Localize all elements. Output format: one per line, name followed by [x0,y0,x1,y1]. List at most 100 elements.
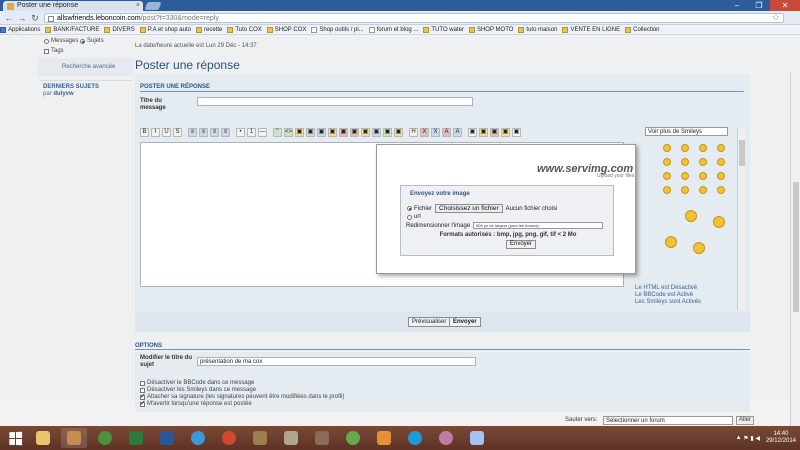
bookmark-link[interactable]: Shop outils / pi... [311,26,364,33]
paint-taskbar-icon[interactable] [247,428,273,448]
utorrent-taskbar-icon[interactable] [340,428,366,448]
toolbar-button[interactable]: ▣ [328,127,337,137]
jump-go-button[interactable]: Aller [736,416,755,425]
smiley-icon[interactable] [693,242,705,254]
toolbar-button[interactable]: ≡ [199,127,208,137]
toolbar-button[interactable]: ≡ [221,127,230,137]
smiley-icon[interactable] [663,172,671,180]
checkbox[interactable] [140,380,145,386]
minimize-button[interactable]: – [726,0,748,11]
checkbox-tags[interactable] [44,48,49,54]
smiley-scrollbar[interactable] [737,128,745,310]
preview-button[interactable]: Prévisualiser [408,317,451,327]
toolbar-button[interactable]: 1 [247,127,256,137]
bookmark-folder[interactable]: BANK/FACTURE [45,26,99,33]
toolbar-button[interactable]: U [162,127,171,137]
checkbox[interactable] [140,399,146,407]
advanced-search-link[interactable]: Recherche avancée [62,64,115,70]
smiley-icon[interactable] [665,236,677,248]
smiley-icon[interactable] [699,172,707,180]
option-disable-bbcode[interactable]: Désactiver le BBCode dans ce message [140,380,254,386]
bookmark-folder[interactable]: TUTO water [423,26,464,33]
resize-select[interactable]: 800 px de largeur (pour les forums) [473,222,604,229]
app-taskbar-icon[interactable] [309,428,335,448]
smiley-icon[interactable] [717,172,725,180]
toolbar-button[interactable]: ▣ [468,127,477,137]
toolbar-button[interactable]: S [173,127,182,137]
bookmark-applications[interactable]: Applications [0,26,40,33]
toolbar-button[interactable]: ▣ [339,127,348,137]
start-button[interactable] [0,426,30,450]
toolbar-button[interactable]: ▣ [295,127,304,137]
smiley-icon[interactable] [681,144,689,152]
bookmark-folder[interactable]: recette [195,26,222,33]
title-input[interactable] [197,97,473,106]
browser-tab[interactable]: Poster une réponse × [3,1,143,11]
smiley-icon[interactable] [663,186,671,194]
close-window-button[interactable]: ✕ [770,0,800,11]
send-button[interactable]: Envoyer [449,317,481,327]
smiley-icon[interactable] [717,158,725,166]
radio-url[interactable] [407,214,412,220]
smiley-icon[interactable] [663,144,671,152]
flag-icon[interactable]: ⚑ [743,435,748,442]
smiley-icon[interactable] [681,172,689,180]
network-icon[interactable]: ▮ [750,435,753,442]
toolbar-button[interactable]: ≡ [188,127,197,137]
bookmark-link[interactable]: forum et blog ... [368,26,418,33]
page-scrollbar[interactable] [790,72,800,436]
paint-brush-taskbar-icon[interactable] [464,428,490,448]
toolbar-button[interactable]: ▣ [512,127,521,137]
picasa-taskbar-icon[interactable] [433,428,459,448]
app-taskbar-icon[interactable] [278,428,304,448]
smiley-icon[interactable] [685,210,697,222]
smiley-icon[interactable] [699,186,707,194]
smiley-icon[interactable] [681,186,689,194]
bookmark-folder[interactable]: P.A et shop auto [139,26,191,33]
volume-icon[interactable]: ◀ [755,435,760,442]
toolbar-button[interactable]: B [140,127,149,137]
choose-file-button[interactable]: Choisissez un fichier [435,204,503,213]
bookmark-folder[interactable]: Collection [625,26,660,33]
ccleaner-taskbar-icon[interactable] [216,428,242,448]
upload-send-button[interactable]: Envoyer [506,240,537,249]
address-bar[interactable]: allswfriends.leboncoin.com/post?t=330&mo… [44,13,784,23]
radio-file[interactable] [407,206,412,211]
toolbar-button[interactable]: ≡ [210,127,219,137]
smiley-icon[interactable] [717,186,725,194]
back-arrow-icon[interactable]: ← [3,12,15,24]
photo-app-taskbar-icon[interactable] [61,428,87,448]
scroll-thumb[interactable] [739,140,745,166]
bookmark-folder[interactable]: SHOP MOTO [468,26,513,33]
radio-sujets[interactable] [80,38,86,44]
chrome-taskbar-icon[interactable] [92,428,118,448]
bookmark-folder[interactable]: VENTE EN LIGNE [562,26,620,33]
tab-close-icon[interactable]: × [136,1,140,11]
media-taskbar-icon[interactable] [371,428,397,448]
toolbar-button[interactable]: — [258,127,267,137]
smiley-icon[interactable] [699,144,707,152]
bookmark-star-icon[interactable]: ☆ [772,13,780,22]
bookmark-folder[interactable]: SHOP COX [266,26,306,33]
excel-taskbar-icon[interactable] [123,428,149,448]
toolbar-button[interactable]: ▣ [479,127,488,137]
toolbar-button[interactable]: H [409,127,418,137]
bookmark-folder[interactable]: DIVERS [104,26,135,33]
smiley-icon[interactable] [663,158,671,166]
bbcode-status[interactable]: Le BBCode est Activé [635,292,701,299]
radio-messages[interactable] [44,38,49,44]
smiley-icon[interactable] [699,158,707,166]
tray-arrow-icon[interactable]: ▲ [736,435,742,441]
scroll-thumb[interactable] [793,182,799,312]
author-link[interactable]: dulyvw [53,91,73,97]
toolbar-button[interactable]: " [273,127,282,137]
forum-jump-select[interactable]: Sélectionner un forum [603,416,733,425]
clock[interactable]: 14:40 29/12/2014 [766,431,796,445]
toolbar-button[interactable]: ▣ [383,127,392,137]
toolbar-button[interactable]: ▣ [306,127,315,137]
toolbar-button[interactable]: I [151,127,160,137]
toolbar-button[interactable]: ▣ [350,127,359,137]
toolbar-button[interactable]: ▣ [361,127,370,137]
bookmark-folder[interactable]: Tuto COX [227,26,262,33]
reload-icon[interactable]: ↻ [29,12,41,24]
